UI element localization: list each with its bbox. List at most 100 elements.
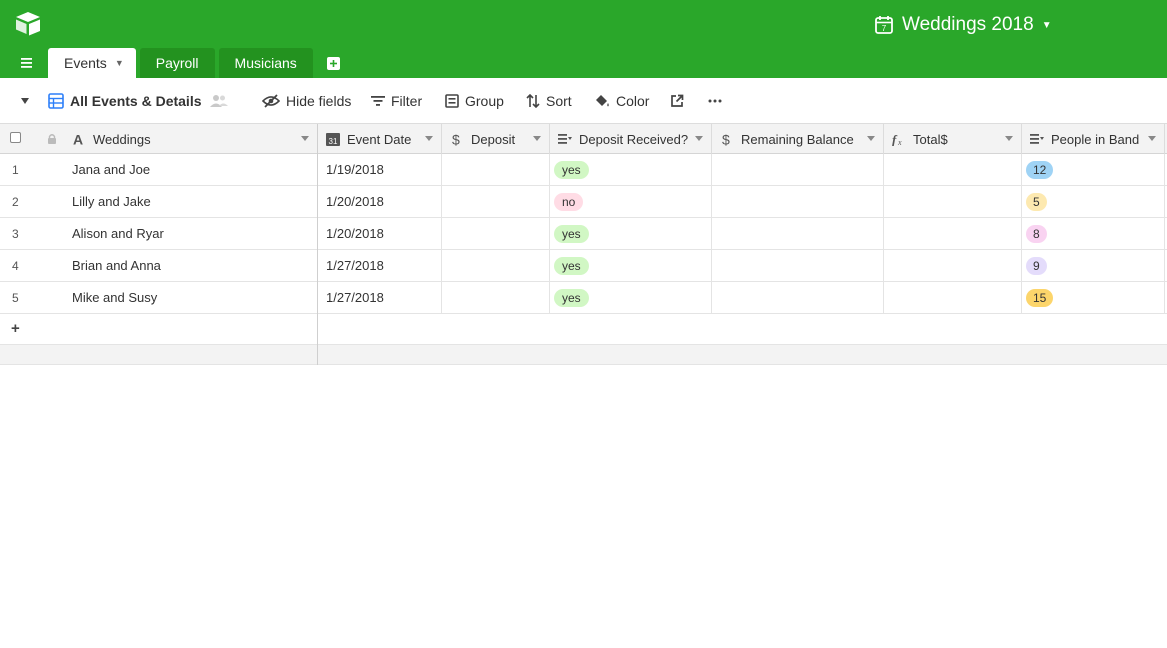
svg-text:A: A	[73, 132, 83, 146]
view-name: All Events & Details	[70, 93, 202, 109]
deposit-received-pill: yes	[554, 224, 589, 243]
wedding-name: Lilly and Jake	[72, 194, 151, 209]
cell-wedding[interactable]: Jana and Joe	[64, 154, 318, 185]
cell-wedding[interactable]: Lilly and Jake	[64, 186, 318, 217]
view-name-button[interactable]: All Events & Details	[48, 86, 234, 116]
column-header-total[interactable]: fx Total$	[884, 124, 1022, 154]
tab-events[interactable]: Events ▼	[48, 48, 136, 78]
collaborators-icon	[209, 95, 228, 107]
cell-deposit[interactable]	[442, 218, 550, 249]
tab-label: Musicians	[234, 55, 297, 71]
column-label: Deposit Received?	[579, 131, 689, 147]
chevron-down-icon[interactable]	[1148, 136, 1156, 141]
cell-deposit-received[interactable]: yes	[550, 218, 712, 249]
cell-wedding[interactable]: Alison and Ryar	[64, 218, 318, 249]
cell-people-in-band[interactable]: 12	[1022, 154, 1165, 185]
event-date: 1/19/2018	[326, 162, 384, 177]
cell-wedding[interactable]: Mike and Susy	[64, 282, 318, 313]
column-header-event-date[interactable]: 31 Event Date	[318, 124, 442, 154]
cell-people-in-band[interactable]: 5	[1022, 186, 1165, 217]
cell-people-in-band[interactable]: 15	[1022, 282, 1165, 313]
cell-remaining-balance[interactable]	[712, 154, 884, 185]
cell-event-date[interactable]: 1/20/2018	[318, 186, 442, 217]
cell-total[interactable]	[884, 250, 1022, 281]
cell-people-in-band[interactable]: 8	[1022, 218, 1165, 249]
cell-total[interactable]	[884, 282, 1022, 313]
chevron-down-icon[interactable]	[867, 136, 875, 141]
cell-deposit-received[interactable]: yes	[550, 250, 712, 281]
header-select-all	[0, 124, 70, 154]
cell-deposit[interactable]	[442, 154, 550, 185]
cell-total[interactable]	[884, 154, 1022, 185]
select-all-checkbox[interactable]	[10, 132, 21, 143]
chevron-down-icon: ▼	[1041, 19, 1052, 31]
chevron-down-icon[interactable]	[533, 136, 541, 141]
chevron-down-icon[interactable]	[695, 136, 703, 141]
chevron-down-icon[interactable]	[301, 136, 309, 141]
column-header-people-in-band[interactable]: People in Band	[1022, 124, 1165, 154]
column-header-weddings[interactable]: A Weddings	[64, 124, 318, 154]
base-title-text: Weddings 2018	[902, 14, 1034, 35]
cell-event-date[interactable]: 1/27/2018	[318, 282, 442, 313]
cell-people-in-band[interactable]: 9	[1022, 250, 1165, 281]
column-header-remaining-balance[interactable]: $ Remaining Balance	[712, 124, 884, 154]
cell-event-date[interactable]: 1/20/2018	[318, 218, 442, 249]
column-header-deposit-received[interactable]: Deposit Received?	[550, 124, 712, 154]
filter-button[interactable]: Filter	[371, 86, 422, 116]
band-size-pill: 12	[1026, 160, 1054, 179]
cell-total[interactable]	[884, 218, 1022, 249]
event-date: 1/20/2018	[326, 194, 384, 209]
cell-remaining-balance[interactable]	[712, 186, 884, 217]
cell-event-date[interactable]: 1/19/2018	[318, 154, 442, 185]
column-header-deposit[interactable]: $ Deposit	[442, 124, 550, 154]
wedding-name: Brian and Anna	[72, 258, 161, 273]
column-label: Total$	[913, 131, 948, 147]
more-options-button[interactable]	[708, 86, 728, 116]
table-row[interactable]: 3 Alison and Ryar 1/20/2018 yes 8	[0, 218, 1167, 250]
wedding-name: Mike and Susy	[72, 290, 158, 305]
cell-event-date[interactable]: 1/27/2018	[318, 250, 442, 281]
share-view-button[interactable]	[670, 86, 690, 116]
add-record-row[interactable]: +	[0, 314, 1167, 345]
base-title[interactable]: 7 Weddings 2018 ▼	[874, 12, 1052, 38]
cell-remaining-balance[interactable]	[712, 218, 884, 249]
cell-deposit[interactable]	[442, 282, 550, 313]
table-row[interactable]: 5 Mike and Susy 1/27/2018 yes 15	[0, 282, 1167, 314]
color-label: Color	[616, 93, 650, 109]
column-label: Deposit	[471, 131, 516, 147]
group-button[interactable]: Group	[445, 86, 504, 116]
tab-payroll[interactable]: Payroll	[139, 48, 215, 78]
sort-label: Sort	[546, 93, 572, 109]
currency-icon: $	[722, 132, 730, 146]
cell-deposit-received[interactable]: yes	[550, 282, 712, 313]
hide-fields-button[interactable]: Hide fields	[262, 86, 351, 116]
cell-wedding[interactable]: Brian and Anna	[64, 250, 318, 281]
add-table-button[interactable]	[323, 48, 345, 78]
table-row[interactable]: 2 Lilly and Jake 1/20/2018 no 5	[0, 186, 1167, 218]
chevron-down-icon[interactable]: ▼	[115, 58, 124, 68]
single-select-icon	[558, 134, 572, 144]
cell-deposit-received[interactable]: no	[550, 186, 712, 217]
table-row[interactable]: 4 Brian and Anna 1/27/2018 yes 9	[0, 250, 1167, 282]
cell-remaining-balance[interactable]	[712, 250, 884, 281]
text-field-icon: A	[73, 132, 83, 146]
color-button[interactable]: Color	[594, 86, 649, 116]
cell-remaining-balance[interactable]	[712, 282, 884, 313]
table-row[interactable]: 1 Jana and Joe 1/19/2018 yes 12	[0, 154, 1167, 186]
hide-fields-label: Hide fields	[286, 93, 352, 109]
airtable-logo-icon[interactable]	[14, 10, 42, 36]
hamburger-menu-icon[interactable]	[20, 56, 36, 70]
group-label: Group	[465, 93, 504, 109]
cell-total[interactable]	[884, 186, 1022, 217]
sort-button[interactable]: Sort	[526, 86, 572, 116]
plus-icon[interactable]: +	[11, 320, 20, 337]
chevron-down-icon[interactable]	[1005, 136, 1013, 141]
cell-deposit[interactable]	[442, 186, 550, 217]
plus-square-icon	[327, 56, 341, 70]
cell-deposit-received[interactable]: yes	[550, 154, 712, 185]
cell-deposit[interactable]	[442, 250, 550, 281]
tab-musicians[interactable]: Musicians	[218, 48, 313, 78]
caret-down-icon	[21, 98, 29, 104]
chevron-down-icon[interactable]	[425, 136, 433, 141]
view-switcher-button[interactable]	[20, 86, 36, 116]
